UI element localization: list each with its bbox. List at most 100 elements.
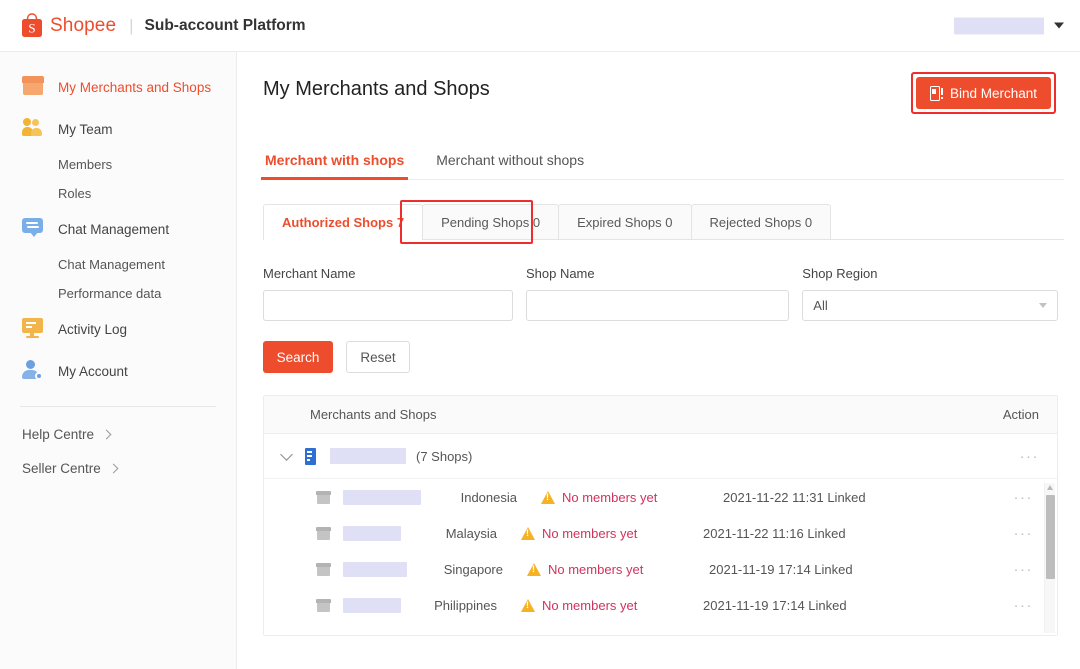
tab-rejected-shops[interactable]: Rejected Shops 0 xyxy=(690,204,832,239)
shop-action-menu[interactable]: ··· xyxy=(1014,525,1034,542)
shop-status-tabs: Authorized Shops 7 Pending Shops 0 Expir… xyxy=(263,200,1064,244)
filter-bar: Merchant Name Shop Name Shop Region All xyxy=(263,266,1064,321)
scrollbar-thumb[interactable] xyxy=(1046,495,1055,579)
shop-region: Singapore xyxy=(443,561,503,577)
monitor-icon xyxy=(22,318,44,340)
storefront-icon xyxy=(22,76,44,98)
merchant-name-redacted xyxy=(330,448,406,464)
chevron-down-icon[interactable] xyxy=(1054,22,1064,29)
merchant-tabs: Merchant with shops Merchant without sho… xyxy=(260,152,1064,180)
merchant-name-label: Merchant Name xyxy=(263,266,356,281)
shop-rows-scroll-area: Indonesia No members yet 2021-11-22 11:3… xyxy=(264,479,1057,635)
sidebar-divider xyxy=(20,406,216,407)
shop-name-redacted xyxy=(343,597,401,613)
shop-status-label: No members yet xyxy=(542,597,638,613)
account-menu[interactable] xyxy=(954,17,1064,34)
warning-icon xyxy=(521,598,535,612)
shop-storefront-icon xyxy=(316,562,331,576)
sidebar-item-roles[interactable]: Roles xyxy=(0,179,236,208)
svg-text:S: S xyxy=(28,21,35,36)
tab-pending-shops[interactable]: Pending Shops 0 xyxy=(422,204,560,239)
app-root: S Shopee | Sub-account Platform My Merch… xyxy=(0,0,1080,669)
sidebar-item-performance-data[interactable]: Performance data xyxy=(0,279,236,308)
reset-button[interactable]: Reset xyxy=(346,341,410,373)
shop-action-menu[interactable]: ··· xyxy=(1014,597,1034,614)
sidebar-item-chat-management-sub[interactable]: Chat Management xyxy=(0,250,236,279)
filter-shop-name: Shop Name xyxy=(525,266,790,321)
tab-expired-shops[interactable]: Expired Shops 0 xyxy=(558,204,692,239)
sidebar-item-label: My Merchants and Shops xyxy=(58,79,212,95)
sidebar-item-seller-centre[interactable]: Seller Centre xyxy=(0,451,236,485)
sidebar-item-my-team[interactable]: My Team xyxy=(0,108,236,150)
shop-linked-date: 2021-11-22 11:31 Linked xyxy=(723,489,866,505)
brand: S Shopee | Sub-account Platform xyxy=(20,13,306,38)
status-tab-label: Pending Shops 0 xyxy=(441,215,541,230)
shop-storefront-icon xyxy=(316,598,331,612)
tab-merchant-with-shops[interactable]: Merchant with shops xyxy=(260,152,409,180)
chevron-right-icon xyxy=(101,429,112,439)
column-merchants-and-shops: Merchants and Shops xyxy=(310,407,437,422)
shop-name-label: Shop Name xyxy=(525,266,595,281)
shop-status-label: No members yet xyxy=(542,525,638,541)
tab-label: Merchant without shops xyxy=(436,152,585,168)
bind-merchant-highlight: Bind Merchant xyxy=(910,72,1056,114)
chevron-down-icon xyxy=(1039,303,1047,308)
sidebar-item-chat-management[interactable]: Chat Management xyxy=(0,208,236,250)
filter-shop-region: Shop Region All xyxy=(802,266,1058,321)
shopee-wordmark: Shopee xyxy=(50,14,117,36)
status-tab-label: Authorized Shops 7 xyxy=(282,215,405,230)
shop-status: No members yet xyxy=(521,598,681,613)
warning-icon xyxy=(527,562,541,576)
sidebar-item-members[interactable]: Members xyxy=(0,150,236,179)
tab-label: Merchant with shops xyxy=(265,152,405,168)
shop-linked-date: 2021-11-22 11:16 Linked xyxy=(703,525,846,541)
bind-merchant-button[interactable]: Bind Merchant xyxy=(915,77,1051,109)
sidebar-item-help-centre[interactable]: Help Centre xyxy=(0,417,236,451)
page-title: My Merchants and Shops xyxy=(263,78,490,100)
shop-status-label: No members yet xyxy=(548,561,644,577)
shopee-bag-icon: S xyxy=(22,13,42,37)
sidebar-footer-label: Help Centre xyxy=(22,426,95,442)
tab-merchant-without-shops[interactable]: Merchant without shops xyxy=(436,152,584,179)
platform-title: Sub-account Platform xyxy=(144,16,306,34)
tab-authorized-shops[interactable]: Authorized Shops 7 xyxy=(263,204,424,240)
people-icon xyxy=(22,118,44,140)
table-header: Merchants and Shops Action xyxy=(264,396,1057,434)
account-gear-icon xyxy=(22,360,44,382)
chat-icon xyxy=(22,218,44,240)
bind-card-icon xyxy=(929,85,943,101)
shop-status: No members yet xyxy=(527,562,687,577)
shop-action-menu[interactable]: ··· xyxy=(1014,561,1034,578)
scroll-up-arrow-icon[interactable] xyxy=(1047,485,1053,490)
table-scrollbar[interactable] xyxy=(1044,483,1055,633)
merchant-action-menu[interactable]: ··· xyxy=(1020,448,1040,465)
status-tab-label: Expired Shops 0 xyxy=(577,215,673,230)
sidebar-footer-label: Seller Centre xyxy=(22,460,101,476)
bind-merchant-label: Bind Merchant xyxy=(949,85,1037,101)
shop-region-select[interactable]: All xyxy=(802,290,1058,321)
brand-divider: | xyxy=(129,15,134,35)
merchant-building-icon xyxy=(305,447,318,465)
shop-region-value: All xyxy=(813,298,828,313)
sidebar-item-activity-log[interactable]: Activity Log xyxy=(0,308,236,350)
warning-icon xyxy=(541,490,555,504)
shop-status-label: No members yet xyxy=(562,489,658,505)
merchant-name-input[interactable] xyxy=(263,290,513,321)
sidebar-item-label: My Account xyxy=(58,363,128,379)
expand-collapse-icon[interactable] xyxy=(280,447,293,461)
sidebar-subitem-label: Members xyxy=(58,157,113,172)
sidebar: My Merchants and Shops My Team Members R… xyxy=(0,52,237,669)
sidebar-subitem-label: Chat Management xyxy=(58,257,165,272)
sidebar-item-my-account[interactable]: My Account xyxy=(0,350,236,392)
sidebar-item-label: Activity Log xyxy=(58,321,128,337)
shop-row: Indonesia No members yet 2021-11-22 11:3… xyxy=(264,479,1057,515)
shop-row: Philippines No members yet 2021-11-19 17… xyxy=(264,587,1057,623)
search-button[interactable]: Search xyxy=(263,341,333,373)
sidebar-item-my-merchants-and-shops[interactable]: My Merchants and Shops xyxy=(0,66,236,108)
shopee-logo[interactable]: S Shopee xyxy=(20,13,116,38)
shop-region-label: Shop Region xyxy=(802,266,878,281)
shop-row: Malaysia No members yet 2021-11-22 11:16… xyxy=(264,515,1057,551)
shop-action-menu[interactable]: ··· xyxy=(1014,489,1034,506)
shop-name-input[interactable] xyxy=(525,290,790,321)
shop-row: Singapore No members yet 2021-11-19 17:1… xyxy=(264,551,1057,587)
